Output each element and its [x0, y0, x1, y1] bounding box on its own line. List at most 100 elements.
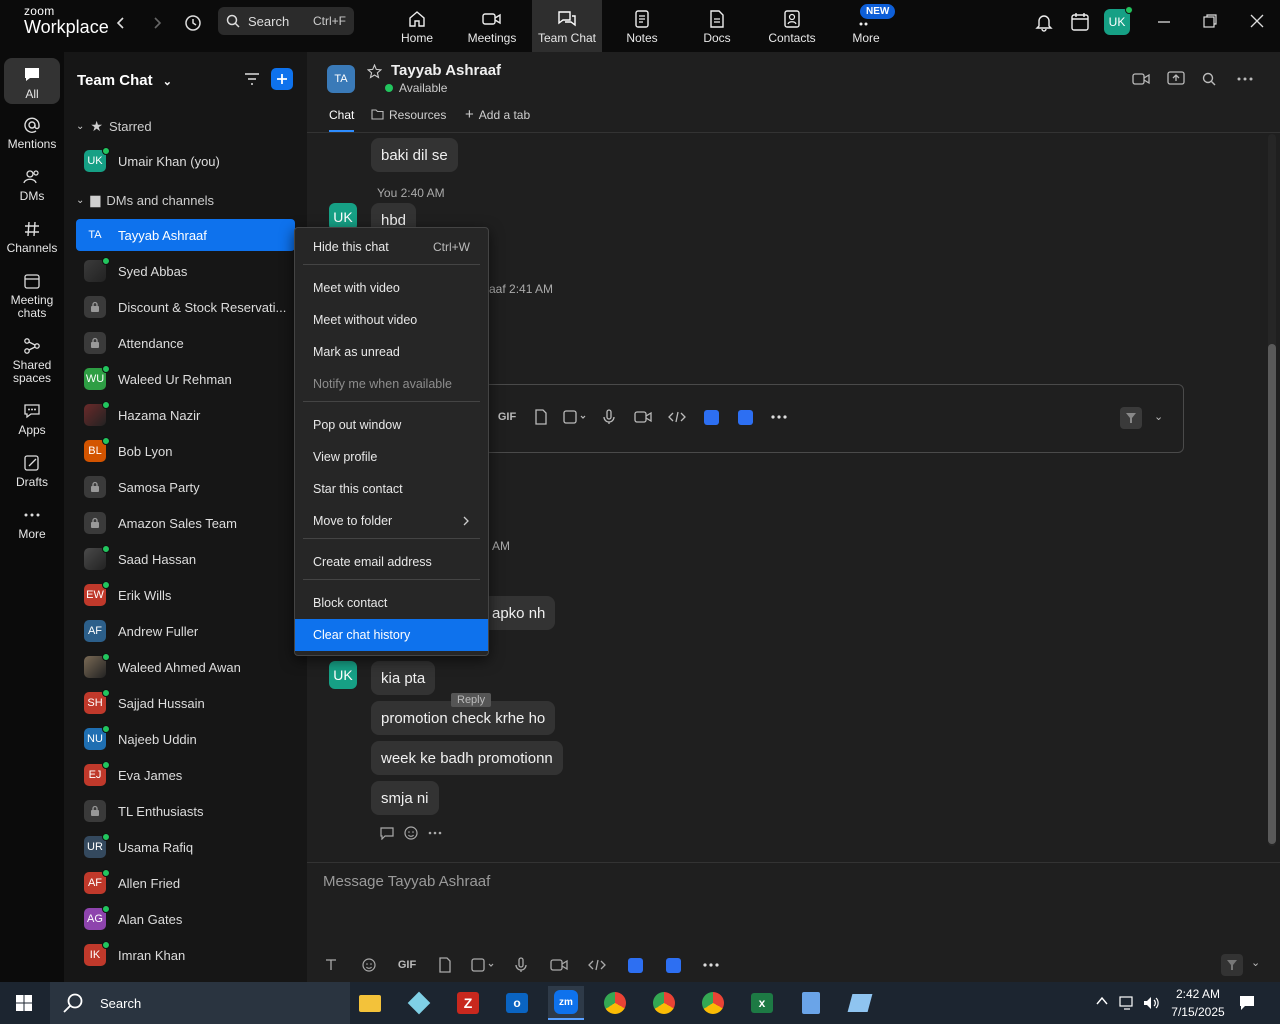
rail-apps[interactable]: Apps	[0, 400, 64, 437]
tab-chat[interactable]: Chat	[329, 108, 355, 132]
sidebar-item-sajjad-hussain[interactable]: SH Sajjad Hussain	[76, 687, 295, 719]
sidebar-item-najeeb-uddin[interactable]: NU Najeeb Uddin	[76, 723, 295, 755]
calculator-icon[interactable]	[793, 986, 829, 1020]
scrollbar-thumb[interactable]	[1268, 344, 1276, 844]
send-icon[interactable]	[1120, 407, 1142, 429]
code-icon[interactable]	[660, 405, 694, 429]
sidebar-item-waleed-ahmed-awan[interactable]: Waleed Ahmed Awan	[76, 651, 295, 683]
sidebar-item-samosa-party[interactable]: Samosa Party	[76, 471, 295, 503]
menu-item-pop-out-window[interactable]: Pop out window	[295, 409, 488, 441]
rail-all[interactable]: All	[4, 58, 60, 104]
windows-start-icon[interactable]	[6, 986, 42, 1020]
volume-icon[interactable]	[1142, 995, 1160, 1011]
excel-icon[interactable]: x	[744, 986, 780, 1020]
send-icon[interactable]	[1221, 954, 1243, 976]
sidebar-item-saad-hassan[interactable]: Saad Hassan	[76, 543, 295, 575]
sidebar-item-alan-gates[interactable]: AG Alan Gates	[76, 903, 295, 935]
tab-notes[interactable]: Notes	[606, 0, 678, 52]
rail-channels[interactable]: Channels	[0, 218, 64, 255]
reply-tooltip[interactable]: Reply	[451, 693, 492, 707]
forward-arrow-icon[interactable]	[146, 12, 168, 34]
share-screen-icon[interactable]	[1167, 71, 1185, 86]
menu-item-move-to-folder[interactable]: Move to folder	[295, 505, 488, 537]
app-blue-shape-icon[interactable]	[842, 986, 878, 1020]
sidebar-item-allen-fried[interactable]: AF Allen Fried	[76, 867, 295, 899]
sidebar-item-umair-khan[interactable]: UK Umair Khan (you)	[76, 145, 295, 177]
notification-bell-icon[interactable]	[1034, 12, 1054, 32]
message-bubble[interactable]: kia pta	[371, 661, 436, 695]
file-icon[interactable]	[426, 953, 464, 977]
contact-name[interactable]: Tayyab Ashraaf	[391, 62, 501, 79]
app-blue-icon-2[interactable]	[728, 405, 762, 429]
emoji-reaction-icon[interactable]	[403, 825, 419, 841]
more-dots-icon[interactable]	[762, 405, 796, 429]
message-input[interactable]: Message Tayyab Ashraaf	[323, 873, 490, 890]
reply-icon[interactable]	[379, 826, 395, 840]
sidebar-item-tayyab-ashraaf[interactable]: TA Tayyab Ashraaf	[76, 219, 295, 251]
menu-item-star-this-contact[interactable]: Star this contact	[295, 473, 488, 505]
network-icon[interactable]	[1118, 995, 1136, 1011]
rail-mentions[interactable]: Mentions	[0, 114, 64, 151]
clock-date[interactable]: 7/15/2025	[1166, 1005, 1230, 1019]
back-arrow-icon[interactable]	[110, 12, 132, 34]
user-avatar[interactable]: UK	[1104, 6, 1133, 35]
avatar[interactable]: UK	[329, 661, 357, 689]
tab-meetings[interactable]: Meetings	[456, 0, 528, 52]
filter-icon[interactable]	[243, 71, 261, 87]
menu-item-mark-as-unread[interactable]: Mark as unread	[295, 336, 488, 368]
search-icon[interactable]	[1202, 72, 1216, 86]
menu-item-meet-without-video[interactable]: Meet without video	[295, 304, 488, 336]
sidebar-item-hazama-nazir[interactable]: Hazama Nazir	[76, 399, 295, 431]
sidebar-item-amazon-sales-team[interactable]: Amazon Sales Team	[76, 507, 295, 539]
search-bar[interactable]: Search Ctrl+F	[218, 7, 354, 35]
chrome-icon[interactable]	[695, 986, 731, 1020]
contact-avatar[interactable]: TA	[327, 65, 355, 93]
menu-item-block-contact[interactable]: Block contact	[295, 587, 488, 619]
microphone-icon[interactable]	[592, 405, 626, 429]
file-explorer-icon[interactable]	[352, 986, 388, 1020]
sidebar-item-discount-stock-reservati[interactable]: Discount & Stock Reservati...	[76, 291, 295, 323]
sidebar-item-imran-khan[interactable]: IK Imran Khan	[76, 939, 295, 971]
gif-icon[interactable]: GIF	[388, 953, 426, 977]
microphone-icon[interactable]	[502, 953, 540, 977]
sidebar-item-tl-enthusiasts[interactable]: TL Enthusiasts	[76, 795, 295, 827]
sidebar-item-andrew-fuller[interactable]: AF Andrew Fuller	[76, 615, 295, 647]
calendar-icon[interactable]	[1070, 12, 1090, 32]
section-dms-channels[interactable]: ⌄ ▆ DMs and channels	[76, 192, 214, 208]
floating-composer[interactable]: GIF ⌄	[473, 384, 1184, 453]
star-outline-icon[interactable]	[367, 64, 382, 79]
more-dots-icon[interactable]	[428, 831, 442, 835]
tab-docs[interactable]: Docs	[681, 0, 753, 52]
tab-home[interactable]: Home	[381, 0, 453, 52]
filezilla-icon[interactable]: Z	[450, 986, 486, 1020]
screenshot-icon[interactable]	[464, 953, 502, 977]
message-bubble[interactable]: smja ni	[371, 781, 439, 815]
more-options-icon[interactable]	[1237, 77, 1253, 81]
app-blue-icon-2[interactable]	[654, 953, 692, 977]
chevron-up-icon[interactable]	[1096, 996, 1108, 1006]
chevron-down-icon[interactable]: ⌄	[1251, 956, 1260, 969]
text-format-icon[interactable]	[312, 953, 350, 977]
menu-item-create-email-address[interactable]: Create email address	[295, 546, 488, 578]
menu-item-clear-chat-history[interactable]: Clear chat history	[295, 619, 488, 651]
chat-scrollbar[interactable]	[1268, 134, 1276, 846]
sidebar-item-bob-lyon[interactable]: BL Bob Lyon	[76, 435, 295, 467]
emoji-icon[interactable]	[350, 953, 388, 977]
sidebar-item-erik-wills[interactable]: EW Erik Wills	[76, 579, 295, 611]
gif-icon[interactable]: GIF	[490, 405, 524, 429]
rail-more[interactable]: More	[0, 504, 64, 541]
menu-item-view-profile[interactable]: View profile	[295, 441, 488, 473]
rail-dms[interactable]: DMs	[0, 166, 64, 203]
sidebar-item-usama-rafiq[interactable]: UR Usama Rafiq	[76, 831, 295, 863]
notification-center-icon[interactable]	[1238, 994, 1256, 1012]
outlook-icon[interactable]: o	[499, 986, 535, 1020]
file-icon[interactable]	[524, 405, 558, 429]
chevron-down-icon[interactable]: ⌄	[1154, 410, 1163, 423]
rail-meeting-chats[interactable]: Meeting chats	[0, 270, 64, 320]
screenshot-icon[interactable]	[558, 405, 592, 429]
history-icon[interactable]	[182, 12, 204, 34]
minimize-icon[interactable]	[1157, 15, 1171, 29]
menu-item-meet-with-video[interactable]: Meet with video	[295, 272, 488, 304]
more-dots-icon[interactable]	[692, 953, 730, 977]
section-starred[interactable]: ⌄ ★ Starred	[76, 118, 152, 135]
